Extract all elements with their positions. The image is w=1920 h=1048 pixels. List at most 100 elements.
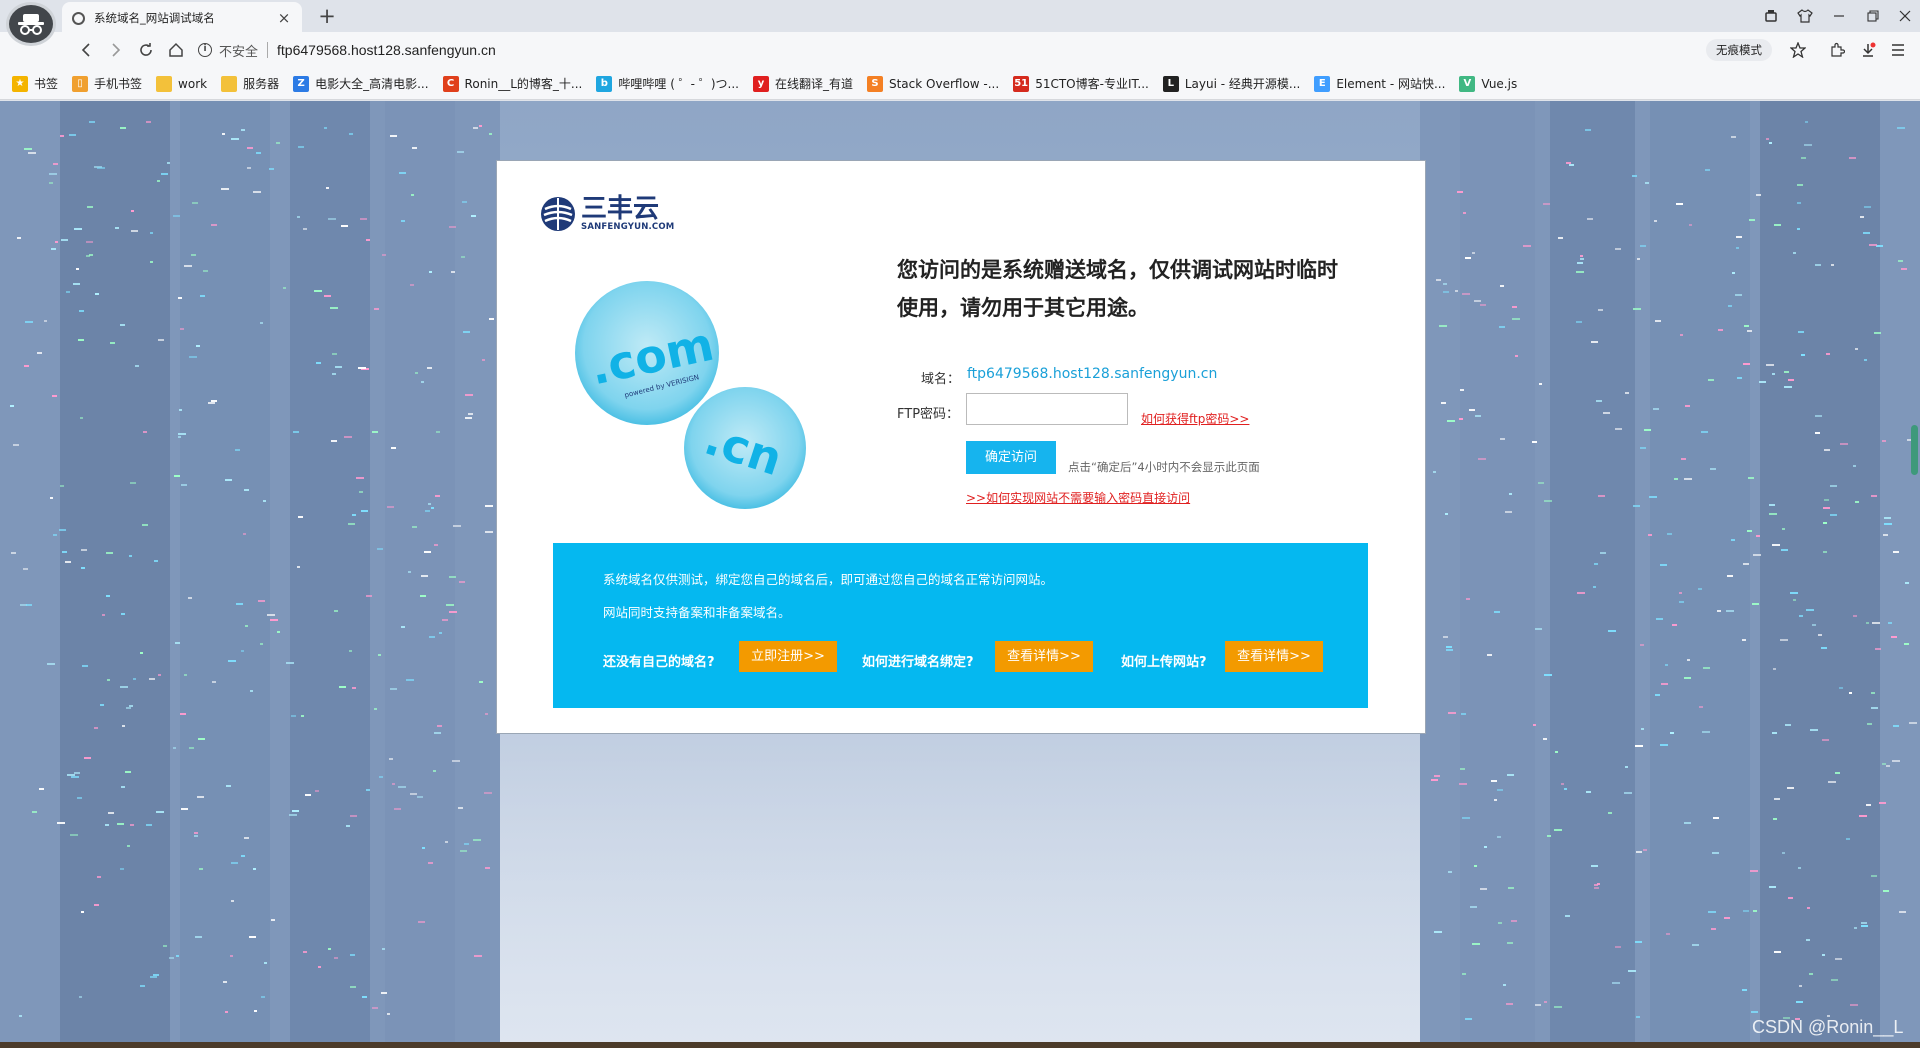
new-tab-button[interactable]: + (315, 2, 339, 30)
server-led (67, 774, 75, 776)
bookmark-item[interactable]: L Layui - 经典开源模... (1162, 75, 1300, 92)
server-led (1742, 639, 1746, 641)
bind-details-button[interactable]: 查看详情>> (995, 641, 1093, 672)
bookmark-star-icon[interactable] (1784, 36, 1812, 64)
bookmark-item[interactable]: E Element - 网站快... (1314, 75, 1445, 92)
server-led (461, 256, 465, 258)
home-icon[interactable] (162, 36, 190, 64)
server-led (173, 215, 180, 217)
bookmark-item[interactable]: 服务器 (221, 75, 279, 92)
server-led (157, 180, 160, 182)
server-led (133, 678, 136, 680)
server-led (1712, 852, 1719, 854)
server-led (1871, 707, 1878, 709)
download-icon[interactable] (1854, 36, 1882, 64)
bookmark-item[interactable]: Z 电影大全_高清电影... (293, 75, 429, 92)
server-led (462, 201, 467, 203)
folder-icon (156, 75, 173, 92)
tab-close-icon[interactable]: × (276, 9, 292, 27)
sanfengyun-logo-icon (541, 197, 575, 231)
server-led (1636, 1016, 1640, 1018)
minimize-icon[interactable] (1824, 0, 1854, 32)
register-now-button[interactable]: 立即注册>> (739, 641, 837, 672)
server-led (1871, 495, 1877, 497)
server-led (332, 373, 336, 375)
reload-icon[interactable] (132, 36, 160, 64)
bookmark-label: 书签 (34, 77, 59, 91)
upload-site-question: 如何上传网站? (1121, 655, 1207, 670)
server-led (315, 790, 319, 792)
server-led (452, 760, 460, 762)
server-led (247, 147, 253, 149)
server-led (1480, 888, 1487, 890)
ftp-password-input[interactable] (966, 393, 1128, 425)
page-scrollbar[interactable] (1911, 425, 1918, 475)
server-led (1460, 768, 1465, 770)
bookmark-item[interactable]: 51 51CTO博客-专业IT... (1013, 75, 1149, 92)
star-icon: ★ (12, 75, 28, 92)
server-led (25, 321, 33, 323)
server-led (59, 529, 66, 531)
server-led (458, 807, 463, 809)
incognito-icon[interactable] (6, 2, 56, 46)
forward-icon[interactable] (102, 36, 130, 64)
server-led (429, 636, 435, 638)
server-led (442, 619, 448, 621)
server-led (1830, 485, 1837, 487)
bookmark-item[interactable]: C Ronin__L的博客_十... (442, 75, 582, 92)
restore-icon[interactable] (1858, 0, 1888, 32)
extensions-menu-icon[interactable] (1756, 0, 1786, 32)
server-led (49, 182, 53, 184)
server-led (1815, 415, 1822, 417)
tab-active[interactable]: 系统域名_网站调试域名 × (62, 2, 302, 34)
server-led (1441, 402, 1446, 404)
server-led (1864, 359, 1867, 361)
close-window-icon[interactable] (1890, 0, 1920, 32)
bookmark-item[interactable]: ★ 书签 (12, 75, 58, 92)
server-led (158, 674, 161, 676)
server-led (361, 510, 368, 512)
back-icon[interactable] (72, 36, 100, 64)
server-led (1654, 220, 1657, 222)
bookmark-item[interactable]: work (156, 75, 207, 92)
server-led (379, 776, 383, 778)
upload-details-button[interactable]: 查看详情>> (1225, 641, 1323, 672)
shirt-skin-icon[interactable] (1790, 0, 1820, 32)
bookmark-item[interactable]: b 哔哩哔哩 ( ゜- ゜)つ... (596, 75, 739, 92)
url-text[interactable]: ftp6479568.host128.sanfengyun.cn (277, 42, 496, 58)
incognito-mode-badge[interactable]: 无痕模式 (1706, 39, 1772, 61)
server-led (449, 226, 456, 228)
server-led (350, 986, 356, 988)
site-info-icon[interactable]: i (198, 43, 212, 57)
server-led (1681, 458, 1686, 460)
server-led (1469, 409, 1475, 411)
server-led (1679, 601, 1684, 603)
server-led (1523, 245, 1531, 247)
server-led (245, 625, 248, 627)
server-led (1641, 728, 1644, 730)
ftp-password-help-link[interactable]: 如何获得ftp密码>> (1141, 410, 1249, 427)
server-led (260, 322, 263, 324)
server-led (1670, 732, 1674, 734)
server-led (1544, 500, 1552, 502)
server-led (1466, 598, 1470, 600)
server-led (489, 133, 492, 135)
menu-icon[interactable] (1884, 36, 1912, 64)
direct-access-link[interactable]: >>如何实现网站不需要输入密码直接访问 (966, 489, 1190, 506)
extensions-icon[interactable] (1823, 36, 1851, 64)
server-led (1689, 224, 1692, 226)
server-led (1480, 304, 1486, 306)
bookmark-item[interactable]: S Stack Overflow -... (866, 75, 999, 92)
server-led (140, 652, 143, 654)
server-led (175, 642, 180, 644)
confirm-visit-button[interactable]: 确定访问 (966, 441, 1056, 474)
server-led (1500, 285, 1504, 287)
server-led (1680, 334, 1683, 336)
address-bar[interactable]: i 不安全 ftp6479568.host128.sanfengyun.cn (198, 36, 1818, 64)
bookmark-item[interactable]: y 在线翻译_有道 (752, 75, 853, 92)
server-led (1866, 804, 1871, 806)
server-led (94, 727, 98, 729)
server-led (293, 431, 299, 433)
bookmark-item[interactable]: V Vue.js (1459, 75, 1517, 92)
bookmark-item[interactable]: ▯ 手机书签 (72, 75, 142, 92)
